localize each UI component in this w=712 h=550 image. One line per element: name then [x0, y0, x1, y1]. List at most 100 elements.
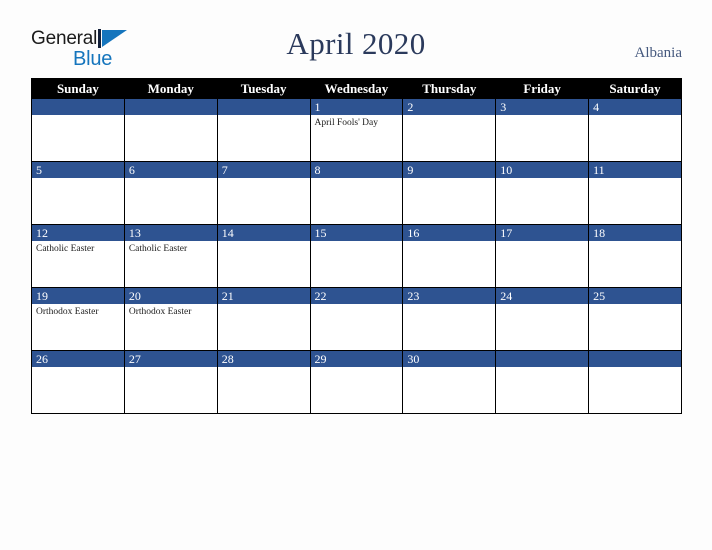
- calendar-day-cell-30[interactable]: 30: [402, 350, 497, 414]
- weekday-header-row: Sunday Monday Tuesday Wednesday Thursday Frid…: [31, 78, 682, 99]
- day-number: 19: [32, 288, 124, 304]
- calendar-week-row: 5 6 7 8 9 10 11: [31, 161, 682, 225]
- calendar-day-cell-27[interactable]: 27: [123, 350, 218, 414]
- day-number: [124, 99, 217, 115]
- day-events: Catholic Easter: [32, 241, 124, 255]
- calendar-day-cell-8[interactable]: 8: [309, 161, 404, 225]
- calendar-day-cell-3[interactable]: 3: [495, 99, 590, 162]
- day-number: 1: [310, 99, 403, 115]
- day-number: 22: [310, 288, 403, 304]
- weekday-header-sunday: Sunday: [31, 78, 125, 99]
- calendar-grid: Sunday Monday Tuesday Wednesday Thursday Frid…: [31, 78, 682, 414]
- day-events: [403, 367, 495, 369]
- day-events: [218, 115, 310, 117]
- day-number: 3: [496, 99, 589, 115]
- calendar-day-cell-5[interactable]: 5: [31, 161, 125, 225]
- page-header: General Blue April 2020 Albania: [0, 0, 712, 78]
- day-events: [496, 115, 588, 117]
- page-title: April 2020: [286, 26, 426, 61]
- day-events: [125, 367, 217, 369]
- day-number: 17: [496, 225, 589, 241]
- calendar-week-row: 1 April Fools' Day 2 3 4: [31, 99, 682, 162]
- day-events: [32, 367, 124, 369]
- day-number: 9: [403, 162, 496, 178]
- calendar-day-cell-6[interactable]: 6: [123, 161, 218, 225]
- calendar-day-cell-14[interactable]: 14: [216, 224, 311, 288]
- day-number: 6: [124, 162, 217, 178]
- calendar-day-cell-22[interactable]: 22: [309, 287, 404, 351]
- day-events: [32, 115, 124, 117]
- calendar-day-cell-29[interactable]: 29: [309, 350, 404, 414]
- day-number: [217, 99, 310, 115]
- day-events: [403, 304, 495, 306]
- day-events: [311, 304, 403, 306]
- calendar-day-cell-24[interactable]: 24: [495, 287, 590, 351]
- calendar-day-cell-empty: [495, 350, 590, 414]
- day-events: [403, 178, 495, 180]
- event-label: Orthodox Easter: [36, 307, 99, 317]
- event-label: Catholic Easter: [36, 244, 95, 254]
- weekday-header-friday: Friday: [495, 78, 590, 99]
- calendar-day-cell-18[interactable]: 18: [588, 224, 682, 288]
- day-number: 5: [32, 162, 124, 178]
- day-number: 25: [589, 288, 681, 304]
- calendar-header-row: Sunday Monday Tuesday Wednesday Thursday Frid…: [31, 78, 682, 99]
- day-number: 28: [217, 351, 310, 367]
- calendar-day-cell-12[interactable]: 12 Catholic Easter: [31, 224, 125, 288]
- day-events: [311, 367, 403, 369]
- weekday-header-saturday: Saturday: [588, 78, 682, 99]
- calendar-day-cell-25[interactable]: 25: [588, 287, 682, 351]
- day-events: April Fools' Day: [311, 115, 403, 129]
- day-events: Orthodox Easter: [125, 304, 217, 318]
- day-number: 4: [589, 99, 681, 115]
- event-label: Catholic Easter: [128, 244, 188, 254]
- calendar-day-cell-9[interactable]: 9: [402, 161, 497, 225]
- calendar-day-cell-4[interactable]: 4: [588, 99, 682, 162]
- day-number: 7: [217, 162, 310, 178]
- calendar-day-cell-26[interactable]: 26: [31, 350, 125, 414]
- calendar-day-cell-empty: [216, 99, 311, 162]
- day-events: Catholic Easter: [125, 241, 217, 255]
- calendar-day-cell-28[interactable]: 28: [216, 350, 311, 414]
- event-label: April Fools' Day: [314, 118, 378, 128]
- calendar-day-cell-23[interactable]: 23: [402, 287, 497, 351]
- day-events: [496, 241, 588, 243]
- day-number: 13: [124, 225, 217, 241]
- calendar-day-cell-11[interactable]: 11: [588, 161, 682, 225]
- day-events: [496, 367, 588, 369]
- calendar-day-cell-16[interactable]: 16: [402, 224, 497, 288]
- day-number: 2: [403, 99, 496, 115]
- calendar-day-cell-1[interactable]: 1 April Fools' Day: [309, 99, 404, 162]
- day-events: [311, 178, 403, 180]
- calendar-day-cell-17[interactable]: 17: [495, 224, 590, 288]
- day-number: 29: [310, 351, 403, 367]
- calendar-day-cell-20[interactable]: 20 Orthodox Easter: [123, 287, 218, 351]
- weekday-header-wednesday: Wednesday: [309, 78, 404, 99]
- calendar-week-row: 19 Orthodox Easter 20 Orthodox Easter 21 22 23…: [31, 287, 682, 351]
- calendar-week-row: 12 Catholic Easter 13 Catholic Easter 14 15 16…: [31, 224, 682, 288]
- event-label: Orthodox Easter: [128, 307, 192, 317]
- calendar-day-cell-13[interactable]: 13 Catholic Easter: [123, 224, 218, 288]
- day-number: 20: [124, 288, 217, 304]
- calendar-week-row: 26 27 28 29 30: [31, 350, 682, 414]
- day-number: 23: [403, 288, 496, 304]
- day-number: 15: [310, 225, 403, 241]
- calendar-day-cell-2[interactable]: 2: [402, 99, 497, 162]
- day-number: 10: [496, 162, 589, 178]
- day-events: [32, 178, 124, 180]
- weekday-header-monday: Monday: [123, 78, 218, 99]
- calendar-day-cell-10[interactable]: 10: [495, 161, 590, 225]
- calendar-day-cell-19[interactable]: 19 Orthodox Easter: [31, 287, 125, 351]
- calendar-day-cell-empty: [123, 99, 218, 162]
- day-events: [311, 241, 403, 243]
- calendar-day-cell-15[interactable]: 15: [309, 224, 404, 288]
- day-number: 14: [217, 225, 310, 241]
- calendar-day-cell-7[interactable]: 7: [216, 161, 311, 225]
- day-events: [218, 367, 310, 369]
- weekday-header-thursday: Thursday: [402, 78, 497, 99]
- day-events: [218, 178, 310, 180]
- calendar-day-cell-21[interactable]: 21: [216, 287, 311, 351]
- day-events: [589, 367, 681, 369]
- day-number: 30: [403, 351, 496, 367]
- day-events: [125, 178, 217, 180]
